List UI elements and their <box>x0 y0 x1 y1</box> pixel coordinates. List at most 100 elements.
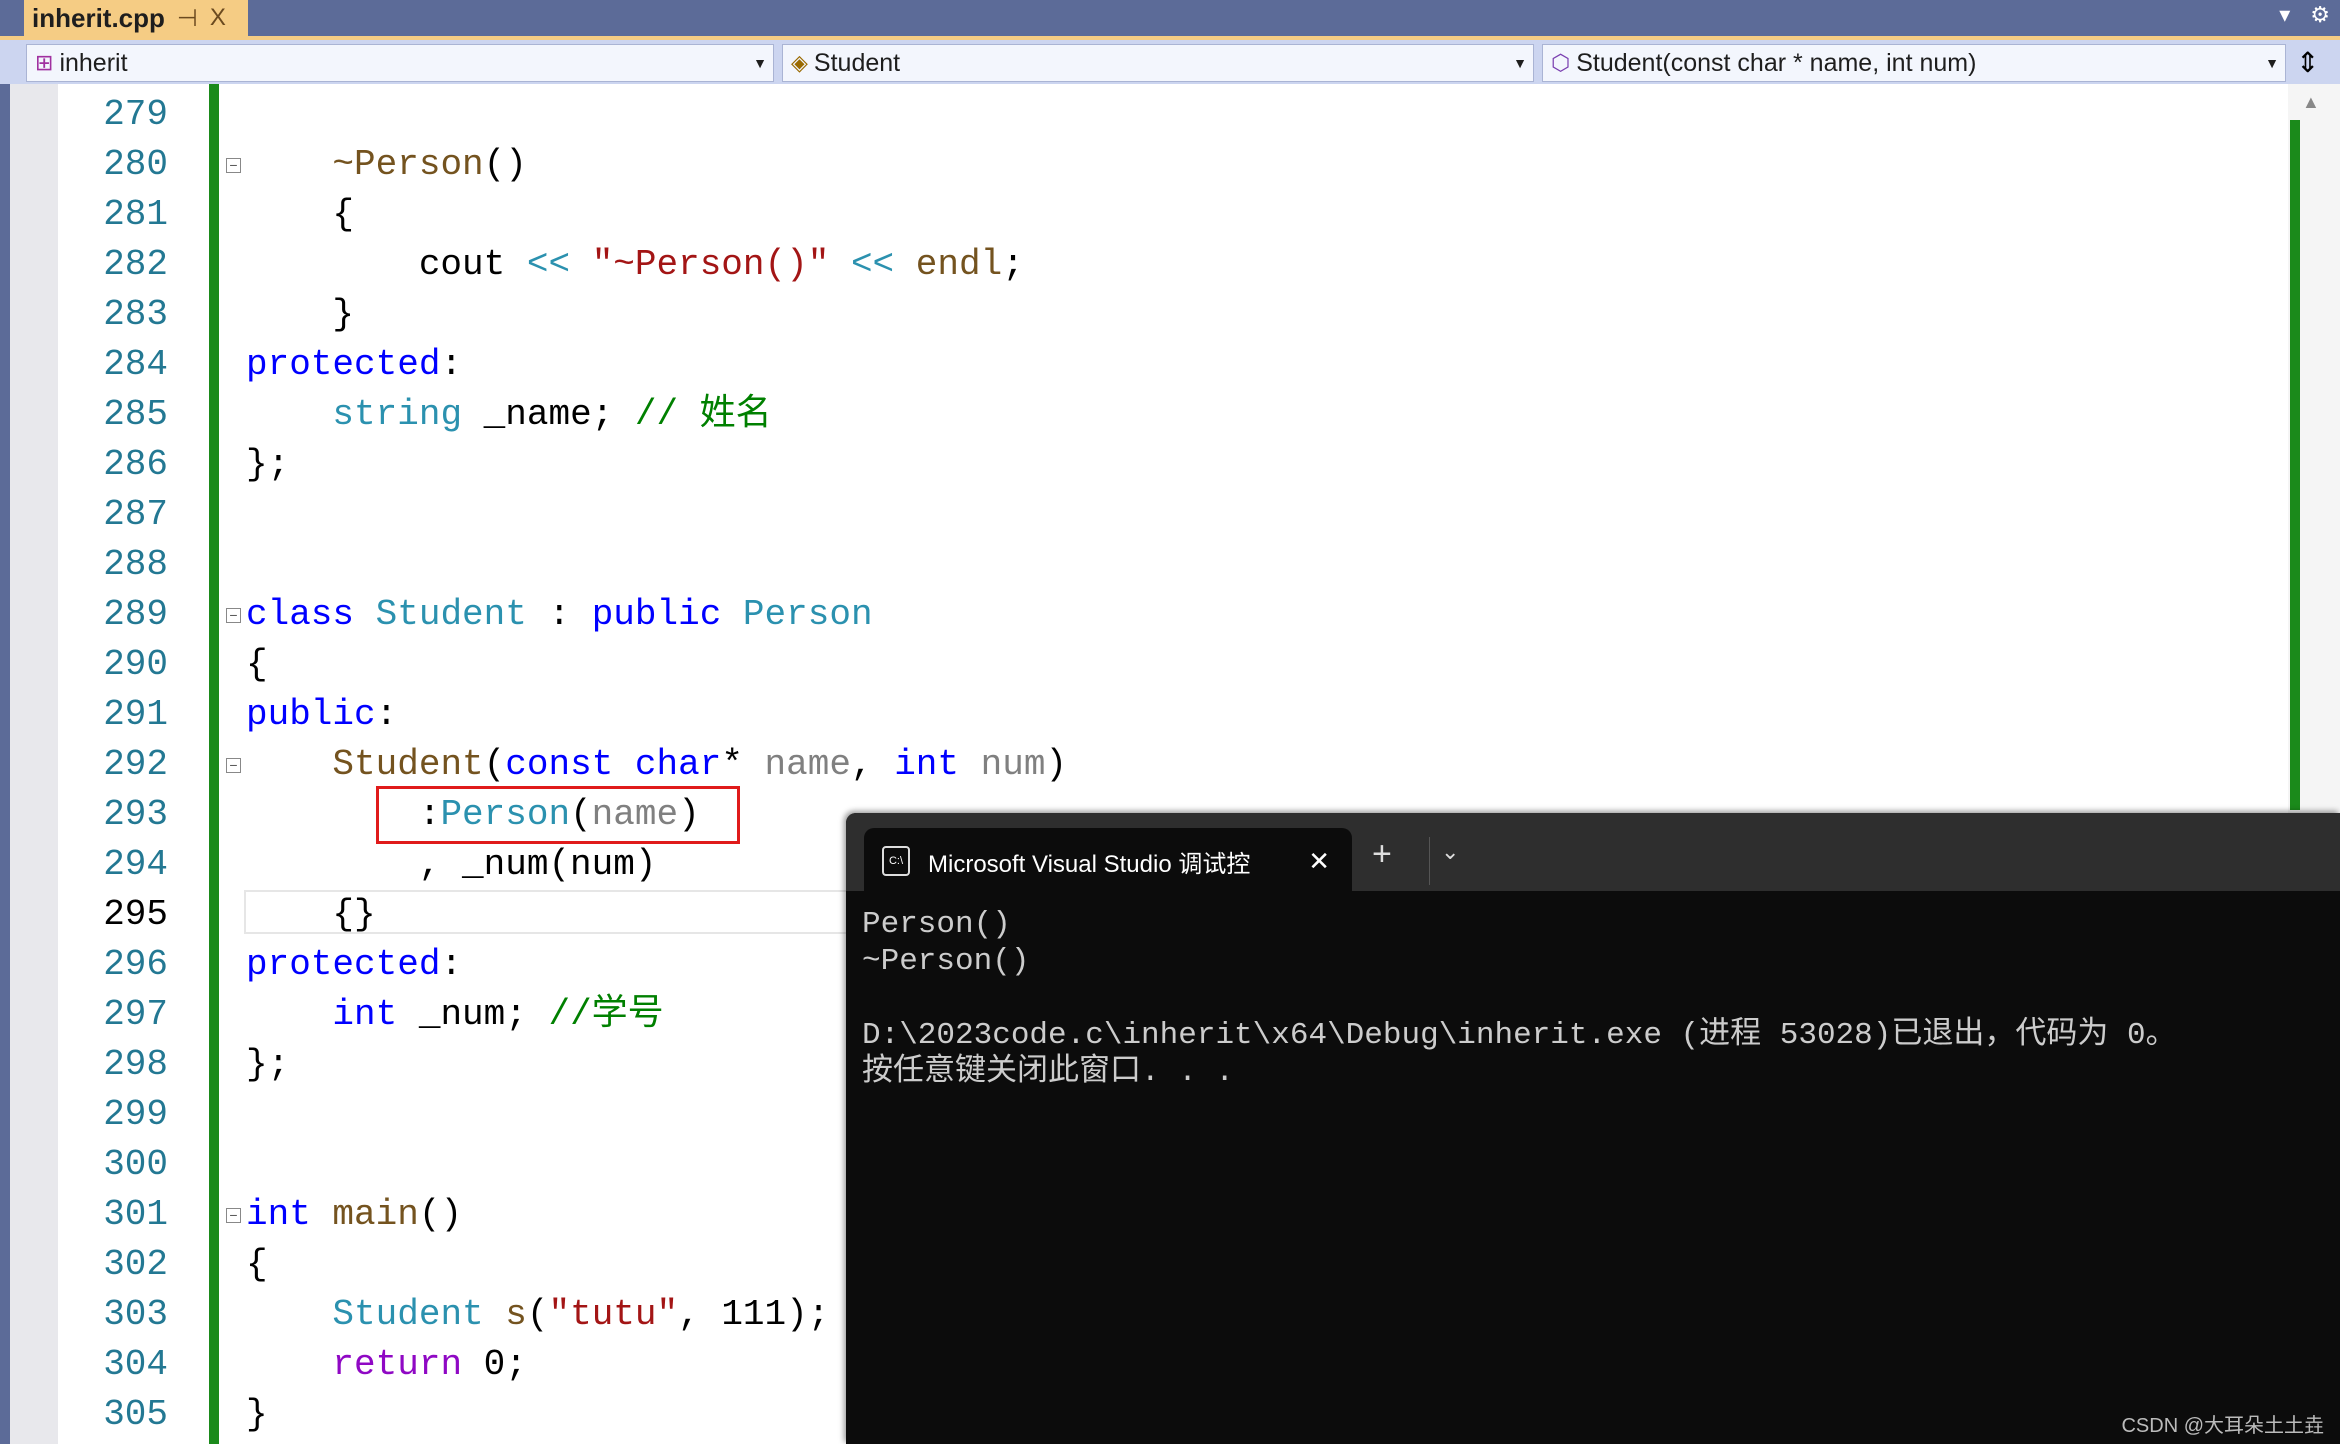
tab-inherit-cpp[interactable]: inherit.cpp ⊣ X <box>24 0 248 36</box>
collapse-icon[interactable]: − <box>226 608 241 623</box>
code-line[interactable]: 289 − class Student : public Person <box>58 590 2288 640</box>
line-number: 295 <box>103 894 168 935</box>
line-number: 303 <box>103 1294 168 1335</box>
code-token: int <box>894 744 959 785</box>
code-text: , _num(num) <box>246 840 657 890</box>
collapse-icon[interactable]: − <box>226 758 241 773</box>
code-text: cout << "~Person()" << endl; <box>246 240 1024 290</box>
code-line[interactable]: 286}; <box>58 440 2288 490</box>
project-dropdown[interactable]: ⊞ inherit ▼ <box>26 44 774 82</box>
line-number: 281 <box>103 194 168 235</box>
code-line[interactable]: 285 string _name; // 姓名 <box>58 390 2288 440</box>
code-text: string _name; // 姓名 <box>246 390 771 440</box>
collapse-icon[interactable]: − <box>226 1208 241 1223</box>
new-tab-button[interactable]: + <box>1372 835 1392 874</box>
code-token: num <box>980 744 1046 785</box>
document-tab-bar: inherit.cpp ⊣ X ▾ ⚙ <box>0 0 2340 36</box>
code-token: endl <box>915 244 1003 285</box>
code-token: int <box>246 1194 311 1235</box>
code-token: ( <box>483 744 506 785</box>
code-text: return 0; <box>246 1340 527 1390</box>
code-text: ~Person() <box>246 140 527 190</box>
code-token: protected <box>246 344 441 385</box>
scroll-up-icon[interactable]: ▲ <box>2302 92 2320 113</box>
line-number: 299 <box>103 1094 168 1135</box>
code-line[interactable]: 284 protected: <box>58 340 2288 390</box>
member-name: Student(const char * name, int num) <box>1576 48 1977 77</box>
code-token: _name; <box>462 394 635 435</box>
code-line[interactable]: 283 } <box>58 290 2288 340</box>
code-line[interactable]: 291 public: <box>58 690 2288 740</box>
project-icon: ⊞ <box>35 50 54 75</box>
tab-filename: inherit.cpp <box>32 2 165 33</box>
code-token: {} <box>246 894 376 935</box>
code-line[interactable]: 282 cout << "~Person()" << endl; <box>58 240 2288 290</box>
code-token: << <box>850 244 895 285</box>
console-icon: C:\ <box>882 846 910 876</box>
code-token: () <box>418 1194 463 1235</box>
pin-icon[interactable]: ⊣ <box>177 4 198 33</box>
code-token: "tutu" <box>548 1294 679 1335</box>
code-line[interactable]: 281 { <box>58 190 2288 240</box>
code-text: { <box>246 1240 268 1290</box>
line-number: 300 <box>103 1144 168 1185</box>
collapse-icon[interactable]: − <box>226 158 241 173</box>
terminal-tab-title: Microsoft Visual Studio 调试控 <box>928 850 1251 878</box>
line-number: 289 <box>103 594 168 635</box>
code-token: , _num(num) <box>246 844 657 885</box>
watermark: CSDN @大耳朵土土垚 <box>2121 1415 2324 1437</box>
terminal-window[interactable]: C:\ Microsoft Visual Studio 调试控 ✕ + ⌄ Pe… <box>846 813 2340 1444</box>
code-token: public <box>591 594 722 635</box>
split-window-icon[interactable]: ⇕ <box>2296 46 2319 79</box>
close-icon[interactable]: ✕ <box>1308 846 1330 877</box>
line-number: 292 <box>103 744 168 785</box>
code-token: class <box>246 594 355 635</box>
code-text: int _num; //学号 <box>246 990 663 1040</box>
code-token: Student <box>375 594 527 635</box>
code-line[interactable]: 292 − Student(const char* name, int num) <box>58 740 2288 790</box>
code-line[interactable]: 279 <box>58 90 2288 140</box>
line-number: 305 <box>103 1394 168 1435</box>
chevron-down-icon: ▼ <box>1513 55 1527 71</box>
code-token: Person <box>742 594 873 635</box>
line-number: 293 <box>103 794 168 835</box>
code-line[interactable]: 290 { <box>58 640 2288 690</box>
close-icon[interactable]: X <box>210 4 226 32</box>
line-number: 288 <box>103 544 168 585</box>
line-number: 284 <box>103 344 168 385</box>
line-number: 304 <box>103 1344 168 1385</box>
code-line[interactable]: 287 <box>58 490 2288 540</box>
line-number: 291 <box>103 694 168 735</box>
code-token: int <box>332 994 398 1035</box>
code-text: protected: <box>246 340 462 390</box>
code-token: ( <box>526 1294 549 1335</box>
line-number: 298 <box>103 1044 168 1085</box>
code-token: } <box>246 1394 268 1435</box>
code-token: 0; <box>462 1344 527 1385</box>
code-token: , 111); <box>678 1294 830 1335</box>
class-dropdown[interactable]: ◈ Student ▼ <box>782 44 1534 82</box>
chevron-down-icon[interactable]: ⌄ <box>1441 839 1459 865</box>
code-token: ) <box>1045 744 1068 785</box>
code-token: () <box>483 144 527 185</box>
code-line[interactable]: 288 <box>58 540 2288 590</box>
code-text: {} <box>246 890 376 940</box>
line-number: 283 <box>103 294 168 335</box>
code-text: public: <box>246 690 397 740</box>
code-token: public <box>246 694 376 735</box>
code-token: return <box>332 1344 463 1385</box>
code-token: : <box>440 944 463 985</box>
terminal-tab[interactable]: C:\ Microsoft Visual Studio 调试控 ✕ <box>864 828 1352 894</box>
tab-list-dropdown-icon[interactable]: ▾ <box>2279 2 2290 28</box>
line-number: 286 <box>103 444 168 485</box>
line-number: 302 <box>103 1244 168 1285</box>
member-dropdown[interactable]: ⬡ Student(const char * name, int num) ▼ <box>1542 44 2286 82</box>
gear-icon[interactable]: ⚙ <box>2310 2 2330 28</box>
code-line[interactable]: 280 − ~Person() <box>58 140 2288 190</box>
